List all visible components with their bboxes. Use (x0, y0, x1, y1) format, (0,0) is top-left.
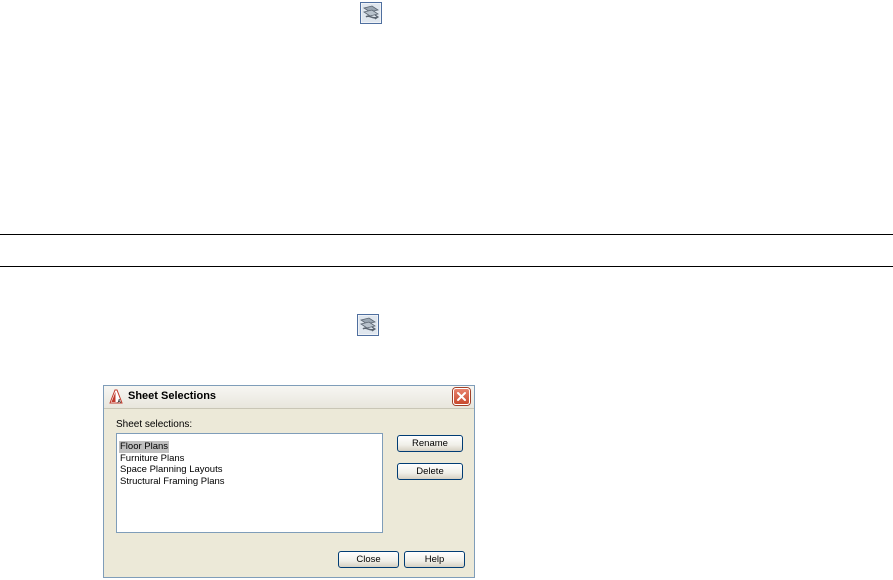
sheet-set-icon (357, 314, 379, 336)
dialog-titlebar[interactable]: A Sheet Selections (104, 386, 474, 409)
autocad-app-icon: A (109, 389, 123, 405)
sheet-selections-label: Sheet selections: (116, 419, 193, 430)
close-button[interactable]: Close (338, 551, 399, 568)
separator-line (0, 266, 893, 267)
close-icon[interactable] (453, 388, 470, 405)
separator-line (0, 234, 893, 235)
sheet-selections-list[interactable]: Floor Plans Furniture Plans Space Planni… (116, 433, 383, 533)
rename-button[interactable]: Rename (397, 435, 463, 452)
page: A Sheet Selections Sheet selections: Flo… (0, 0, 893, 580)
help-button[interactable]: Help (404, 551, 465, 568)
dialog-title: Sheet Selections (128, 390, 217, 402)
list-item-structural-framing-plans[interactable]: Structural Framing Plans (119, 476, 226, 488)
sheet-selections-dialog: A Sheet Selections Sheet selections: Flo… (103, 385, 475, 578)
sheet-set-icon (360, 2, 382, 24)
delete-button[interactable]: Delete (397, 463, 463, 480)
